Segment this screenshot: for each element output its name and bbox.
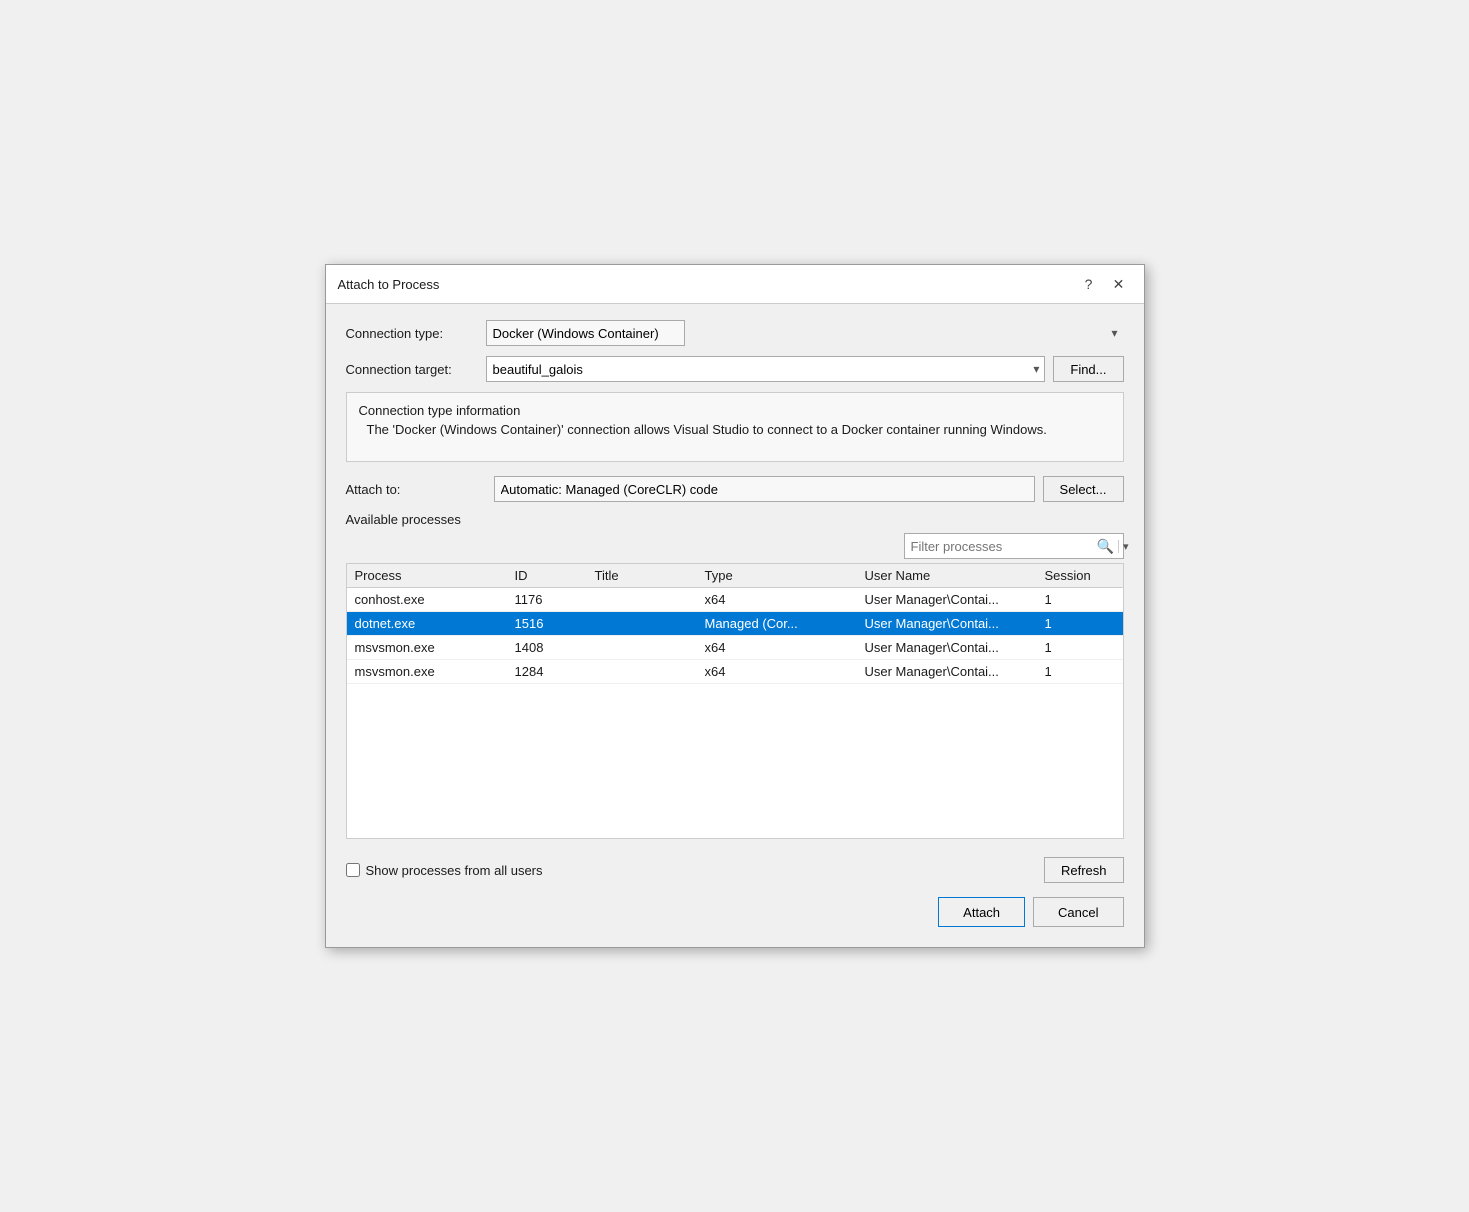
available-processes-label: Available processes [346, 512, 1124, 527]
title-bar-left: Attach to Process [338, 277, 440, 292]
connection-info-label: Connection type information [359, 403, 1111, 418]
table-row[interactable]: dotnet.exe 1516 Managed (Cor... User Man… [347, 612, 1123, 636]
table-row[interactable]: msvsmon.exe 1408 x64 User Manager\Contai… [347, 636, 1123, 660]
cell-username: User Manager\Contai... [865, 616, 1045, 631]
filter-chevron-icon[interactable]: ▾ [1118, 540, 1133, 553]
cell-type: x64 [705, 664, 865, 679]
title-bar-right: ? ✕ [1076, 273, 1132, 295]
cell-title [595, 616, 705, 631]
refresh-button[interactable]: Refresh [1044, 857, 1124, 883]
table-row[interactable]: msvsmon.exe 1284 x64 User Manager\Contai… [347, 660, 1123, 684]
cell-type: x64 [705, 640, 865, 655]
col-process: Process [355, 568, 515, 583]
connection-type-select[interactable]: Docker (Windows Container) Default SSH [486, 320, 685, 346]
col-id: ID [515, 568, 595, 583]
find-button[interactable]: Find... [1053, 356, 1123, 382]
cell-process: conhost.exe [355, 592, 515, 607]
col-title: Title [595, 568, 705, 583]
process-table: Process ID Title Type User Name Session … [346, 563, 1124, 839]
table-row[interactable]: conhost.exe 1176 x64 User Manager\Contai… [347, 588, 1123, 612]
attach-button[interactable]: Attach [938, 897, 1025, 927]
dialog-title: Attach to Process [338, 277, 440, 292]
cell-session: 1 [1045, 664, 1115, 679]
table-body: conhost.exe 1176 x64 User Manager\Contai… [347, 588, 1123, 838]
connection-type-label: Connection type: [346, 326, 486, 341]
bottom-bar: Show processes from all users Refresh [346, 849, 1124, 887]
connection-info-text: The 'Docker (Windows Container)' connect… [359, 422, 1111, 437]
attach-to-label: Attach to: [346, 482, 486, 497]
title-bar: Attach to Process ? ✕ [326, 265, 1144, 304]
connection-target-label: Connection target: [346, 362, 486, 377]
cell-session: 1 [1045, 616, 1115, 631]
attach-to-input[interactable] [494, 476, 1035, 502]
cancel-button[interactable]: Cancel [1033, 897, 1123, 927]
cell-username: User Manager\Contai... [865, 640, 1045, 655]
select-button[interactable]: Select... [1043, 476, 1124, 502]
cell-title [595, 640, 705, 655]
cell-id: 1516 [515, 616, 595, 631]
cell-title [595, 664, 705, 679]
cell-username: User Manager\Contai... [865, 664, 1045, 679]
cell-process: dotnet.exe [355, 616, 515, 631]
action-buttons: Attach Cancel [346, 887, 1124, 931]
col-session: Session [1045, 568, 1115, 583]
cell-process: msvsmon.exe [355, 640, 515, 655]
show-all-users-row: Show processes from all users [346, 863, 543, 878]
cell-id: 1408 [515, 640, 595, 655]
connection-target-input-wrapper: ▾ [486, 356, 1046, 382]
col-type: Type [705, 568, 865, 583]
attach-to-process-dialog: Attach to Process ? ✕ Connection type: D… [325, 264, 1145, 948]
show-all-users-checkbox[interactable] [346, 863, 360, 877]
cell-session: 1 [1045, 592, 1115, 607]
dialog-body: Connection type: Docker (Windows Contain… [326, 304, 1144, 947]
filter-processes-input[interactable] [905, 539, 1093, 554]
table-header: Process ID Title Type User Name Session [347, 564, 1123, 588]
filter-row: 🔍 ▾ [346, 533, 1124, 559]
show-all-users-label: Show processes from all users [366, 863, 543, 878]
connection-type-control: Docker (Windows Container) Default SSH [486, 320, 1124, 346]
cell-username: User Manager\Contai... [865, 592, 1045, 607]
search-icon: 🔍 [1093, 538, 1118, 555]
connection-target-row: Connection target: ▾ Find... [346, 356, 1124, 382]
cell-session: 1 [1045, 640, 1115, 655]
help-button[interactable]: ? [1076, 273, 1102, 295]
connection-type-row: Connection type: Docker (Windows Contain… [346, 320, 1124, 346]
cell-type: x64 [705, 592, 865, 607]
connection-info-section: Connection type information The 'Docker … [346, 392, 1124, 462]
cell-title [595, 592, 705, 607]
cell-type: Managed (Cor... [705, 616, 865, 631]
connection-type-select-wrapper: Docker (Windows Container) Default SSH [486, 320, 1124, 346]
connection-target-control: ▾ Find... [486, 356, 1124, 382]
cell-id: 1284 [515, 664, 595, 679]
filter-wrapper: 🔍 ▾ [904, 533, 1124, 559]
attach-to-row: Attach to: Select... [346, 476, 1124, 502]
cell-id: 1176 [515, 592, 595, 607]
close-button[interactable]: ✕ [1106, 273, 1132, 295]
cell-process: msvsmon.exe [355, 664, 515, 679]
connection-target-chevron-icon[interactable]: ▾ [1033, 362, 1039, 376]
col-username: User Name [865, 568, 1045, 583]
connection-target-input[interactable] [486, 356, 1046, 382]
